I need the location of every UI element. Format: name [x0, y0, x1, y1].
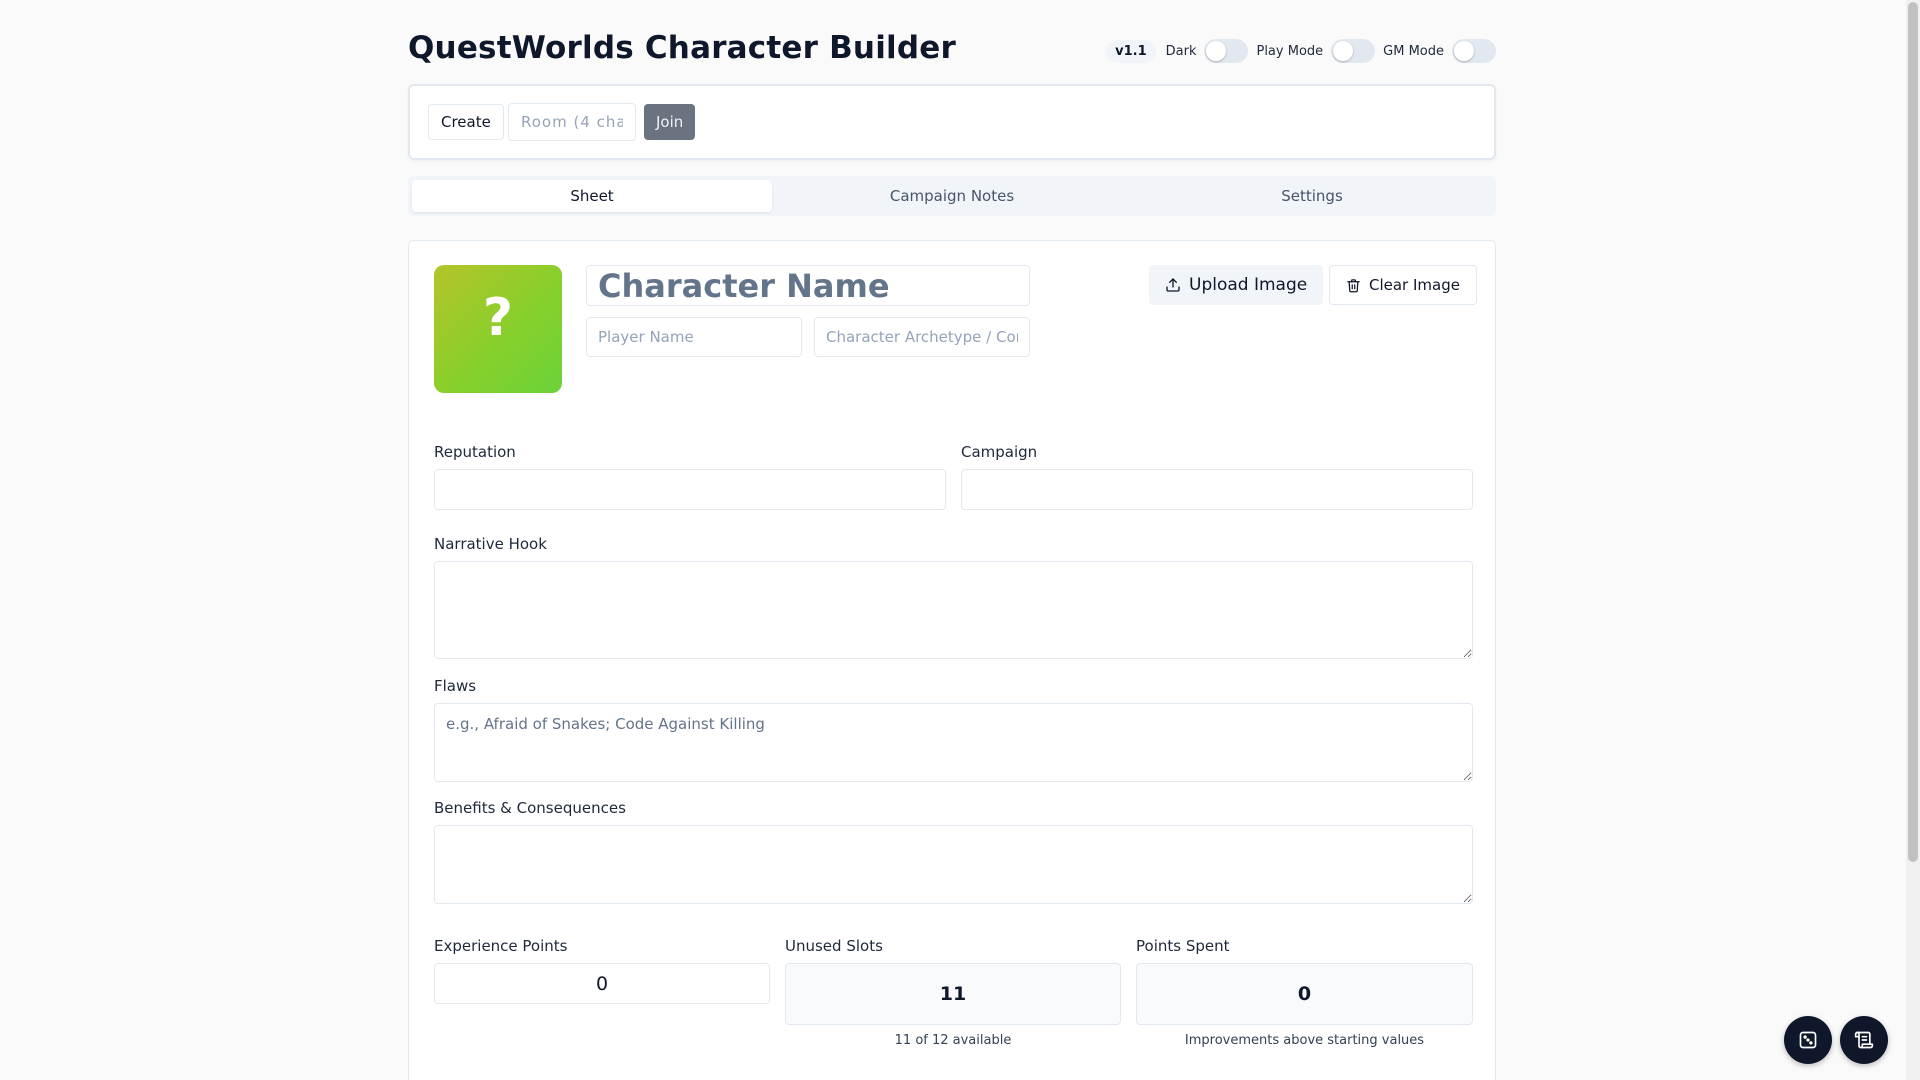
upload-icon: [1166, 278, 1180, 292]
play-toggle-label: Play Mode: [1256, 43, 1324, 59]
clear-image-label: Clear Image: [1369, 276, 1460, 294]
tab-sheet[interactable]: Sheet: [412, 180, 772, 212]
xp-input[interactable]: [434, 963, 770, 1004]
character-name-input[interactable]: [586, 265, 1030, 306]
toggle-knob: [1333, 41, 1354, 61]
toggle-knob: [1206, 41, 1227, 61]
room-panel: Create Join: [408, 84, 1496, 160]
flaws-textarea[interactable]: [434, 703, 1473, 782]
header-controls: v1.1 Dark Play Mode GM Mode: [1106, 38, 1496, 64]
trash-icon: [1347, 278, 1360, 292]
xp-label: Experience Points: [434, 937, 568, 955]
reputation-input[interactable]: [434, 469, 946, 510]
points-spent-value: 0: [1136, 963, 1473, 1025]
player-name-input[interactable]: [586, 317, 802, 357]
create-room-button[interactable]: Create: [428, 104, 504, 140]
points-spent-caption: Improvements above starting values: [1184, 1033, 1425, 1048]
join-room-button[interactable]: Join: [644, 104, 696, 140]
character-avatar[interactable]: ?: [434, 265, 562, 393]
dice-icon: [1799, 1031, 1817, 1049]
tab-settings[interactable]: Settings: [1132, 180, 1492, 212]
unused-slots-caption: 11 of 12 available: [894, 1033, 1012, 1048]
narrative-hook-textarea[interactable]: [434, 561, 1473, 659]
reputation-label: Reputation: [434, 443, 516, 461]
page-scrollbar[interactable]: [1906, 0, 1920, 1080]
dice-roller-button[interactable]: [1784, 1016, 1832, 1064]
gm-toggle-label: GM Mode: [1383, 43, 1444, 59]
play-mode-toggle[interactable]: [1331, 39, 1376, 63]
upload-image-label: Upload Image: [1189, 275, 1308, 295]
scrollbar-thumb[interactable]: [1908, 2, 1918, 862]
benefits-textarea[interactable]: [434, 825, 1473, 904]
tab-campaign-notes[interactable]: Campaign Notes: [772, 180, 1132, 212]
points-spent-label: Points Spent: [1136, 937, 1230, 955]
scroll-icon: [1854, 1031, 1874, 1049]
tab-bar: Sheet Campaign Notes Settings: [408, 176, 1496, 216]
upload-image-button[interactable]: Upload Image: [1149, 265, 1324, 305]
unused-slots-value: 11: [785, 963, 1121, 1025]
app-header: QuestWorlds Character Builder v1.1 Dark …: [408, 30, 1496, 70]
character-sheet-card: ? Upload Image Clear Image Reputation Ca…: [408, 240, 1496, 1080]
clear-image-button[interactable]: Clear Image: [1329, 265, 1477, 305]
version-badge: v1.1: [1106, 39, 1156, 63]
dark-toggle-label: Dark: [1165, 43, 1197, 59]
flaws-label: Flaws: [434, 677, 477, 695]
unused-slots-label: Unused Slots: [785, 937, 883, 955]
gm-mode-toggle[interactable]: [1452, 39, 1496, 63]
app-title: QuestWorlds Character Builder: [408, 30, 956, 66]
narrative-hook-label: Narrative Hook: [434, 535, 547, 553]
room-code-input[interactable]: [508, 103, 636, 141]
campaign-input[interactable]: [961, 469, 1473, 510]
toggle-knob: [1454, 41, 1474, 61]
scroll-log-button[interactable]: [1840, 1016, 1888, 1064]
benefits-label: Benefits & Consequences: [434, 799, 626, 817]
dark-mode-toggle[interactable]: [1204, 39, 1249, 63]
archetype-input[interactable]: [814, 317, 1030, 357]
campaign-label: Campaign: [961, 443, 1038, 461]
